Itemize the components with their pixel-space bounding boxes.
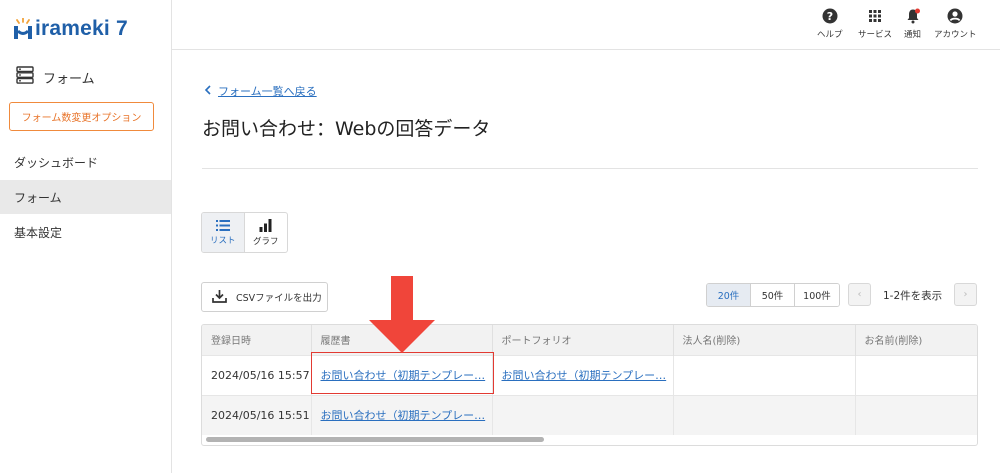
page-title: お問い合わせ：Webの回答データ — [202, 118, 491, 140]
sidebar-item-label: 基本設定 — [14, 225, 63, 240]
brand-logo[interactable]: irameki 7 — [12, 14, 128, 44]
table-row[interactable]: 2024/05/16 15:57 お問い合わせ（初期テンプレー… お問い合わせ（… — [202, 354, 977, 395]
account-label: アカウント — [934, 30, 977, 40]
resume-file-link[interactable]: お問い合わせ（初期テンプレー… — [321, 369, 486, 382]
cell-company-name — [673, 354, 856, 395]
sidebar-item-basic-settings[interactable]: 基本設定 — [0, 215, 171, 249]
bar-chart-icon — [259, 218, 272, 232]
cell-registered-at: 2024/05/16 15:57 — [202, 354, 312, 395]
page-size-50-button[interactable]: 50件 — [751, 284, 795, 306]
page-size-100-button[interactable]: 100件 — [795, 284, 839, 306]
brand-mark-icon — [12, 17, 34, 40]
services-button[interactable]: サービス — [858, 8, 892, 40]
notifications-label: 通知 — [904, 30, 922, 40]
column-header-resume[interactable]: 履歴書 — [311, 325, 493, 355]
column-header-portfolio[interactable]: ポートフォリオ — [492, 325, 674, 355]
cell-registered-at: 2024/05/16 15:51 — [202, 394, 312, 435]
sidebar-section-title: フォーム — [43, 71, 95, 87]
chevron-left-icon: ‹ — [857, 289, 862, 300]
export-csv-label: CSVファイルを出力 — [236, 293, 322, 304]
svg-text:?: ? — [827, 10, 833, 23]
grid-icon — [869, 10, 881, 22]
column-header-registered-at[interactable]: 登録日時 — [202, 325, 312, 355]
cell-company-name — [673, 394, 856, 435]
graph-view-label: グラフ — [252, 236, 279, 247]
responses-table: 登録日時 履歴書 ポートフォリオ 法人名(削除) お名前(削除) 2024/05… — [201, 324, 978, 446]
sidebar-item-forms[interactable]: フォーム — [0, 180, 171, 214]
page-size-20-button[interactable]: 20件 — [707, 284, 751, 306]
portfolio-file-link[interactable]: お問い合わせ（初期テンプレー… — [502, 369, 667, 382]
next-page-button[interactable]: › — [954, 283, 977, 306]
view-toggle: リスト グラフ — [201, 212, 288, 253]
list-icon — [215, 219, 230, 231]
resume-file-link[interactable]: お問い合わせ（初期テンプレー… — [321, 409, 486, 422]
previous-page-button[interactable]: ‹ — [848, 283, 871, 306]
sidebar-section-forms: フォーム — [16, 66, 95, 88]
help-label: ヘルプ — [817, 30, 843, 40]
column-header-name[interactable]: お名前(削除) — [855, 325, 977, 355]
account-icon — [947, 8, 963, 24]
sidebar-item-label: フォーム — [14, 190, 62, 205]
cell-resume: お問い合わせ（初期テンプレー… — [311, 394, 493, 435]
server-icon — [16, 66, 34, 88]
cell-name — [855, 394, 977, 435]
pagination-status: 1-2件を表示 — [883, 290, 943, 302]
cell-resume: お問い合わせ（初期テンプレー… — [311, 354, 493, 395]
list-view-label: リスト — [209, 235, 236, 246]
notifications-button[interactable]: 通知 — [904, 8, 921, 40]
cell-portfolio: お問い合わせ（初期テンプレー… — [492, 354, 674, 395]
help-button[interactable]: ? ヘルプ — [817, 8, 843, 40]
page-size-selector: 20件 50件 100件 — [706, 283, 840, 307]
bell-icon — [907, 8, 920, 24]
download-icon — [212, 289, 227, 306]
sidebar-item-label: ダッシュボード — [14, 155, 99, 170]
chevron-right-icon: › — [963, 289, 968, 300]
horizontal-scrollbar[interactable] — [206, 437, 544, 442]
column-header-company-name[interactable]: 法人名(削除) — [673, 325, 856, 355]
divider — [202, 168, 978, 169]
sidebar-item-dashboard[interactable]: ダッシュボード — [0, 145, 171, 179]
list-view-button[interactable]: リスト — [202, 213, 245, 252]
brand-name: irameki 7 — [35, 17, 128, 40]
services-label: サービス — [858, 30, 893, 40]
graph-view-button[interactable]: グラフ — [245, 213, 288, 252]
help-icon: ? — [822, 8, 838, 24]
export-csv-button[interactable]: CSVファイルを出力 — [201, 282, 328, 312]
form-count-option-button[interactable]: フォーム数変更オプション — [9, 102, 154, 131]
back-to-form-list-link[interactable]: フォーム一覧へ戻る — [204, 83, 317, 99]
table-row[interactable]: 2024/05/16 15:51 お問い合わせ（初期テンプレー… — [202, 394, 977, 435]
table-header-row: 登録日時 履歴書 ポートフォリオ 法人名(削除) お名前(削除) — [202, 325, 977, 355]
sidebar: irameki 7 フォーム フォーム数変更オプション ダッシュボード フォーム… — [0, 0, 172, 473]
cell-portfolio — [492, 394, 674, 435]
cell-name — [855, 354, 977, 395]
account-button[interactable]: アカウント — [934, 8, 977, 40]
back-link-label: フォーム一覧へ戻る — [218, 85, 317, 98]
chevron-left-icon — [204, 84, 212, 98]
top-bar: ? ヘルプ サービス 通知 アカウント — [172, 0, 1000, 50]
